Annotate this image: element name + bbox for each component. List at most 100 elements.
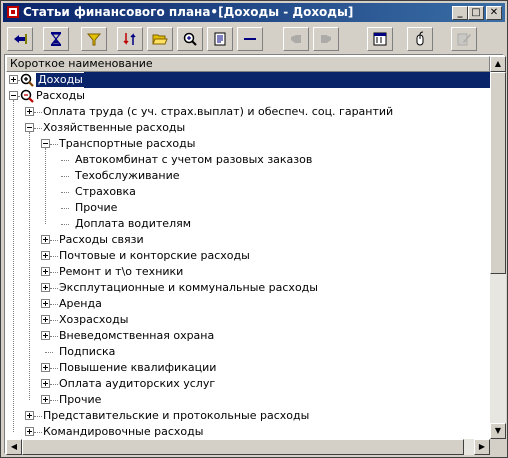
tree-row[interactable]: Вневедомственная охрана — [6, 328, 490, 344]
horizontal-scroll-thumb[interactable] — [22, 439, 464, 455]
tree-row[interactable]: Хозяйственные расходы — [6, 120, 490, 136]
scroll-down-button[interactable]: ▼ — [490, 423, 506, 439]
title-bar[interactable]: Статьи финансового плана•[Доходы - Доход… — [3, 3, 505, 22]
expand-icon[interactable] — [41, 395, 50, 404]
scroll-left-button[interactable]: ◀ — [6, 439, 22, 455]
tree-panel: Короткое наименование Доходы Расходы Оплат… — [4, 54, 506, 455]
tree-connector — [50, 144, 58, 145]
tree-row-label: Прочие — [59, 393, 102, 406]
mouse-icon — [416, 31, 424, 46]
tree-row[interactable]: Доплата водителям — [6, 216, 490, 232]
expand-icon[interactable] — [25, 107, 34, 116]
tree-row[interactable]: Доходы — [6, 72, 490, 88]
tree-connector — [50, 368, 58, 369]
tree-connector — [50, 336, 58, 337]
expand-icon[interactable] — [41, 331, 50, 340]
tree-row[interactable]: Прочие — [6, 392, 490, 408]
tree-connector — [61, 192, 69, 193]
tree-row-label: Доплата водителям — [75, 217, 192, 230]
expand-icon[interactable] — [9, 75, 18, 84]
hourglass-button[interactable] — [43, 27, 69, 51]
expand-icon[interactable] — [41, 283, 50, 292]
scroll-right-button[interactable]: ▶ — [474, 439, 490, 455]
expand-icon[interactable] — [25, 427, 34, 436]
toolbar — [3, 24, 505, 54]
collapse-icon[interactable] — [9, 91, 18, 100]
collapse-icon[interactable] — [25, 123, 34, 132]
hand-left-button[interactable] — [283, 27, 309, 51]
calculator-button[interactable] — [367, 27, 393, 51]
tree-row[interactable]: Оплата труда (с уч. страх.выплат) и обес… — [6, 104, 490, 120]
open-folder-button[interactable] — [147, 27, 173, 51]
tree-row[interactable]: Страховка — [6, 184, 490, 200]
minus-button[interactable] — [237, 27, 263, 51]
tree-row[interactable]: Повышение квалификации — [6, 360, 490, 376]
column-header[interactable]: Короткое наименование — [6, 56, 490, 72]
edit-button[interactable] — [451, 27, 477, 51]
collapse-icon[interactable] — [41, 139, 50, 148]
selection-highlight — [84, 72, 490, 88]
tree-row[interactable]: Оплата аудиторских услуг — [6, 376, 490, 392]
close-button[interactable]: ✕ — [486, 6, 502, 20]
tree-row-label: Страховка — [75, 185, 136, 198]
tree-row[interactable]: Ремонт и т\о техники — [6, 264, 490, 280]
minus-icon — [244, 38, 256, 40]
tree-row[interactable]: Аренда — [6, 296, 490, 312]
tree-row[interactable]: Расходы — [6, 88, 490, 104]
calculator-icon — [373, 32, 387, 46]
tree-row[interactable]: Прочие — [6, 200, 490, 216]
scrollbar-corner — [490, 439, 506, 455]
tree-row-label: Прочие — [75, 201, 118, 214]
tree-row-label: Расходы — [36, 89, 85, 102]
scroll-up-button[interactable]: ▲ — [490, 56, 506, 72]
tree-row[interactable]: Эксплутационные и коммунальные расходы — [6, 280, 490, 296]
zoom-button[interactable] — [177, 27, 203, 51]
report-button[interactable] — [207, 27, 233, 51]
tree-guide-line — [29, 132, 30, 400]
tree-row-label: Повышение квалификации — [59, 361, 217, 374]
tree-row[interactable]: Представительские и протокольные расходы — [6, 408, 490, 424]
tree-connector — [50, 256, 58, 257]
vertical-scroll-thumb[interactable] — [490, 72, 506, 274]
tree-row-label: Аренда — [59, 297, 102, 310]
tree-row-label: Представительские и протокольные расходы — [43, 409, 310, 422]
hand-left-icon — [291, 35, 301, 43]
tree-row[interactable]: Расходы связи — [6, 232, 490, 248]
tree-row-label: Ремонт и т\о техники — [59, 265, 184, 278]
tree-connector — [61, 208, 69, 209]
expand-icon[interactable] — [41, 235, 50, 244]
tree-connector — [50, 304, 58, 305]
expand-icon[interactable] — [41, 251, 50, 260]
tree-row-label: Автокомбинат с учетом разовых заказов — [75, 153, 313, 166]
vertical-scrollbar[interactable]: ▲ ▼ — [490, 56, 506, 439]
horizontal-scrollbar[interactable]: ◀ ▶ — [6, 439, 490, 455]
hourglass-icon — [50, 32, 62, 46]
tree-row[interactable]: Почтовые и конторские расходы — [6, 248, 490, 264]
expand-icon[interactable] — [41, 299, 50, 308]
tree-connector — [50, 384, 58, 385]
maximize-button[interactable]: □ — [468, 6, 484, 20]
expand-icon[interactable] — [41, 315, 50, 324]
expand-icon[interactable] — [41, 379, 50, 388]
expand-icon[interactable] — [25, 411, 34, 420]
expand-icon[interactable] — [41, 363, 50, 372]
tree-connector — [45, 352, 53, 353]
expand-icon[interactable] — [41, 267, 50, 276]
tree-row[interactable]: Подписка — [6, 344, 490, 360]
hand-right-button[interactable] — [313, 27, 339, 51]
app-window: Статьи финансового плана•[Доходы - Доход… — [0, 0, 508, 458]
minimize-button[interactable]: _ — [452, 6, 468, 20]
mouse-button[interactable] — [407, 27, 433, 51]
exit-button[interactable] — [7, 27, 33, 51]
tree-row[interactable]: Транспортные расходы — [6, 136, 490, 152]
tree-row[interactable]: Техобслуживание — [6, 168, 490, 184]
sort-button[interactable] — [117, 27, 143, 51]
filter-icon — [86, 33, 102, 46]
tree-row[interactable]: Хозрасходы — [6, 312, 490, 328]
tree-connector — [50, 320, 58, 321]
tree-row-label: Оплата труда (с уч. страх.выплат) и обес… — [43, 105, 394, 118]
filter-button[interactable] — [81, 27, 107, 51]
tree-row-label: Хозяйственные расходы — [43, 121, 186, 134]
tree-row[interactable]: Командировочные расходы — [6, 424, 490, 440]
tree-row[interactable]: Автокомбинат с учетом разовых заказов — [6, 152, 490, 168]
